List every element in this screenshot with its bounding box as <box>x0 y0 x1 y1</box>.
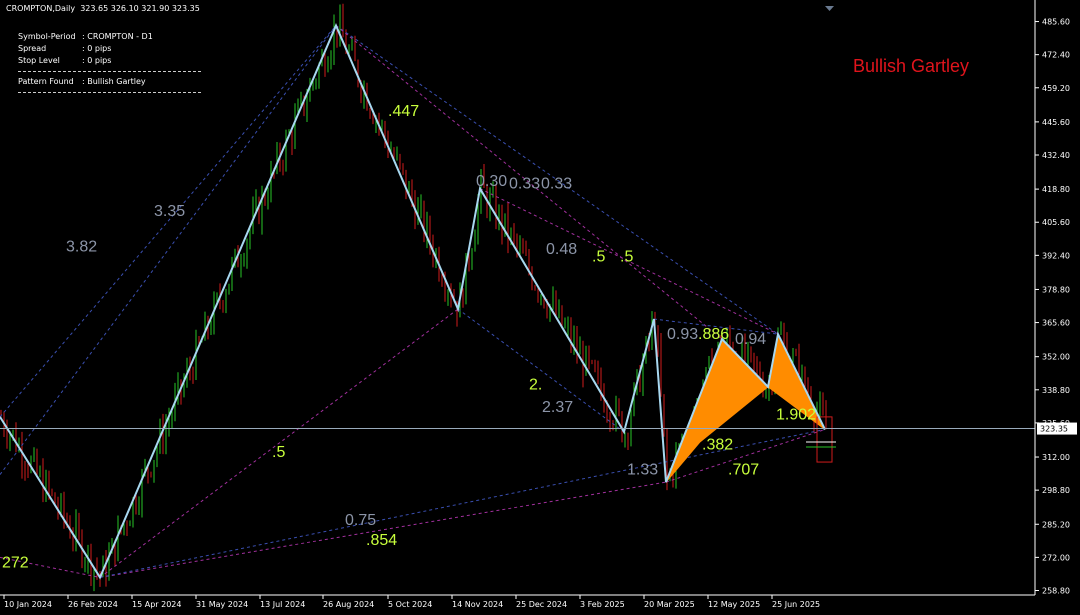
x-tick-label: 25 Jun 2025 <box>772 600 820 609</box>
ratio-label: 0.75 <box>345 512 376 529</box>
x-tick-label: 12 May 2025 <box>708 600 760 609</box>
divider <box>18 71 201 72</box>
pattern-title: Bullish Gartley <box>853 56 970 76</box>
y-tick-label: 285.20 <box>1042 520 1070 529</box>
y-tick-label: 418.80 <box>1042 185 1070 194</box>
x-tick-label: 15 Apr 2024 <box>132 600 181 609</box>
ratio-label: .5 <box>592 248 605 265</box>
ratio-label: 3.35 <box>154 203 185 220</box>
ratio-label: .382 <box>702 437 733 454</box>
ratio-label: 0.48 <box>546 241 577 258</box>
info-value: : 0 pips <box>82 56 112 65</box>
y-tick-label: 472.40 <box>1042 51 1070 60</box>
shift-marker-icon <box>825 6 834 11</box>
guide-line <box>457 308 625 433</box>
info-row-symbol: Symbol-Period : CROMPTON - D1 <box>18 31 201 43</box>
x-tick-label: 3 Feb 2025 <box>580 600 625 609</box>
ratio-label: 0.93 <box>667 326 698 343</box>
x-tick-label: 31 May 2024 <box>196 600 248 609</box>
info-value: : 0 pips <box>82 44 112 53</box>
ratio-label: 1.33 <box>627 462 658 479</box>
ratio-label: 2. <box>529 376 542 393</box>
info-row-stop: Stop Level : 0 pips <box>18 55 201 67</box>
ratio-label: .707 <box>728 462 759 479</box>
y-tick-label: 298.80 <box>1042 486 1070 495</box>
ratio-label: 2.37 <box>542 399 573 416</box>
info-label: Stop Level <box>18 56 60 65</box>
x-tick-label: 10 Jan 2024 <box>4 600 52 609</box>
info-label: Spread <box>18 44 47 53</box>
y-tick-label: 378.80 <box>1042 285 1070 294</box>
y-tick-label: 485.60 <box>1042 18 1070 27</box>
guide-line <box>99 481 667 578</box>
x-tick-label: 14 Nov 2024 <box>452 600 503 609</box>
x-tick-label: 5 Oct 2024 <box>388 600 432 609</box>
info-value: : Bullish Gartley <box>82 77 146 86</box>
ratio-label: 1.902 <box>776 406 816 423</box>
y-tick-label: 459.20 <box>1042 84 1070 93</box>
info-row-pattern: Pattern Found : Bullish Gartley <box>18 76 201 88</box>
ratio-label: .5 <box>272 444 285 461</box>
y-tick-label: 338.80 <box>1042 386 1070 395</box>
ratio-label: 0.30 <box>476 173 507 190</box>
x-tick-label: 26 Aug 2024 <box>323 600 374 609</box>
x-tick-label: 25 Dec 2024 <box>516 600 567 609</box>
y-tick-label: 312.00 <box>1042 453 1070 462</box>
x-tick-label: 20 Mar 2025 <box>644 600 695 609</box>
current-price-label: 323.35 <box>1040 425 1068 434</box>
ratio-label: 3.82 <box>66 238 97 255</box>
y-tick-label: 445.60 <box>1042 118 1070 127</box>
ratio-label: 0.94 <box>735 331 766 348</box>
ratio-label: .447 <box>388 103 419 120</box>
y-tick-label: 365.60 <box>1042 319 1070 328</box>
info-row-spread: Spread : 0 pips <box>18 43 201 55</box>
ohlc-values: 323.65 326.10 321.90 323.35 <box>80 4 200 13</box>
divider <box>18 92 201 93</box>
y-tick-label: 432.40 <box>1042 151 1070 160</box>
info-label: Pattern Found <box>18 77 74 86</box>
x-tick-label: 13 Jul 2024 <box>260 600 305 609</box>
ratio-labels-layer: 3.823.35.4470.30 0.33 0.330.48.5.50.93.886… <box>2 103 816 572</box>
info-panel: Symbol-Period : CROMPTON - D1 Spread : 0 p… <box>18 31 201 97</box>
info-label: Symbol-Period <box>18 32 76 41</box>
symbol-timeframe: CROMPTON,Daily <box>6 4 76 13</box>
ratio-label: .5 <box>620 248 633 265</box>
ratio-label: 272 <box>2 554 29 571</box>
ratio-label: 0.33 <box>509 176 540 193</box>
y-tick-label: 272.00 <box>1042 553 1070 562</box>
ratio-label: .854 <box>366 532 397 549</box>
x-tick-label: 26 Feb 2024 <box>68 600 118 609</box>
y-tick-label: 405.60 <box>1042 218 1070 227</box>
y-tick-label: 352.00 <box>1042 353 1070 362</box>
chart-header: CROMPTON,Daily 323.65 326.10 321.90 323.… <box>6 4 200 13</box>
ratio-label: .886 <box>698 326 729 343</box>
info-value: : CROMPTON - D1 <box>82 32 153 41</box>
y-tick-label: 392.40 <box>1042 251 1070 260</box>
ratio-label: 0.33 <box>541 176 572 193</box>
y-tick-label: 258.80 <box>1042 586 1070 595</box>
